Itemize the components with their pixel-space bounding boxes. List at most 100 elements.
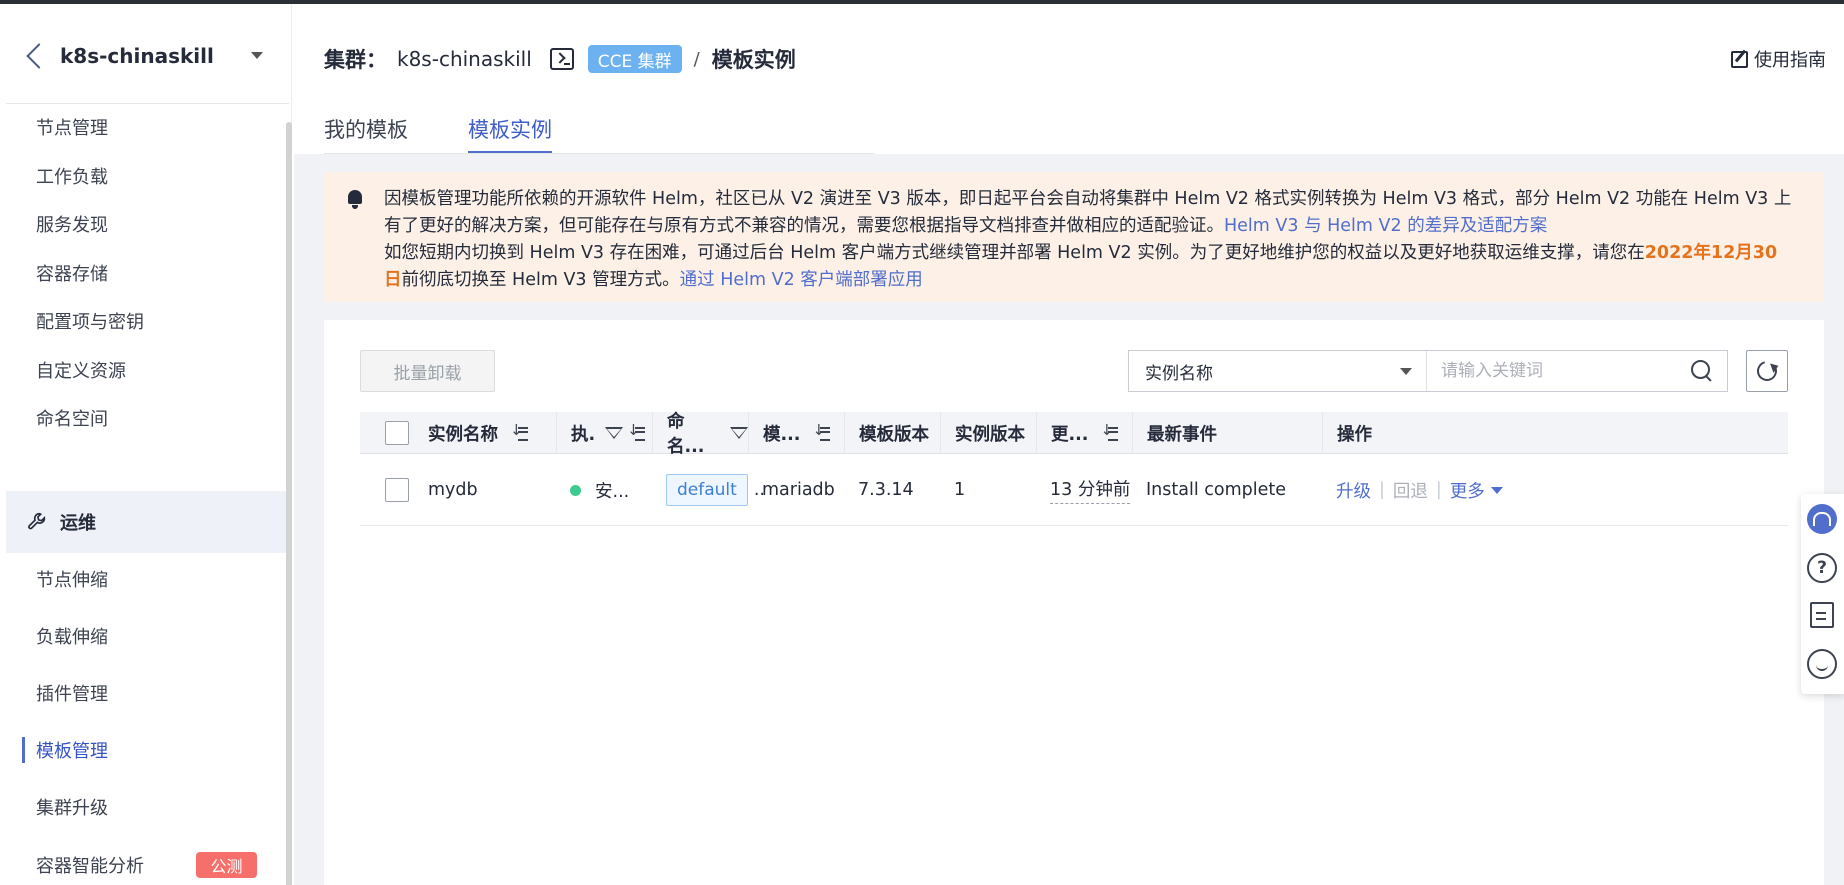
col-template-label: 模... [763, 424, 801, 445]
select-all-checkbox[interactable] [385, 421, 409, 445]
feedback-note-icon[interactable] [1810, 602, 1834, 628]
main-content: 集群： k8s-chinaskill CCE 集群 / 模板实例 使用指南 我的… [294, 4, 1844, 885]
cell-latest-event: Install complete [1146, 480, 1286, 500]
notice-text-1: 因模板管理功能所依赖的开源软件 Helm，社区已从 V2 演进至 V3 版本，即… [384, 189, 1792, 236]
wrench-icon [28, 512, 46, 530]
sidebar-group-label: 运维 [60, 513, 96, 534]
tabs-divider [324, 153, 874, 154]
tab-template-instances[interactable]: 模板实例 [468, 100, 552, 154]
page-title: 模板实例 [711, 48, 796, 72]
helm-notice: 因模板管理功能所依赖的开源软件 Helm，社区已从 V2 演进至 V3 版本，即… [324, 172, 1824, 302]
col-status-label: 执. [571, 424, 596, 445]
instances-panel: 批量卸载 实例名称 实例名称 执. [324, 320, 1824, 885]
sidebar: k8s-chinaskill 节点管理 工作负载 服务发现 容器存储 配置项与密… [0, 4, 292, 885]
col-updated[interactable]: 更... [1036, 412, 1132, 454]
edit-doc-icon [1731, 50, 1748, 68]
sidebar-item-namespaces[interactable]: 命名空间 [6, 389, 286, 446]
notice-paragraph-1: 因模板管理功能所依赖的开源软件 Helm，社区已从 V2 演进至 V3 版本，即… [384, 186, 1794, 240]
col-name[interactable]: 实例名称 [414, 412, 556, 454]
batch-uninstall-button[interactable]: 批量卸载 [360, 350, 495, 392]
header-select-all [360, 412, 414, 454]
notice-link-diff[interactable]: Helm V3 与 Helm V2 的差异及适配方案 [1224, 216, 1547, 236]
col-template-version: 模板版本 [844, 412, 940, 454]
sort-icon[interactable] [812, 421, 831, 441]
cluster-name-header: k8s-chinaskill [397, 47, 532, 71]
action-divider: | [1379, 480, 1385, 500]
search-input[interactable] [1427, 351, 1691, 391]
sort-icon[interactable] [627, 421, 646, 441]
page-header: 集群： k8s-chinaskill CCE 集群 / 模板实例 使用指南 我的… [294, 4, 1844, 154]
breadcrumb-separator: / [693, 48, 700, 70]
col-updated-label: 更... [1051, 424, 1089, 445]
search-bar: 实例名称 [1128, 350, 1728, 392]
refresh-button[interactable] [1746, 350, 1788, 392]
sidebar-item-node-scaling[interactable]: 节点伸缩 [6, 550, 286, 607]
cluster-label: 集群： [324, 48, 387, 72]
sidebar-item-cluster-upgrade[interactable]: 集群升级 [6, 778, 286, 835]
bell-icon [348, 190, 362, 209]
sidebar-header: k8s-chinaskill [6, 8, 289, 104]
cell-template: mariadb [762, 480, 835, 500]
cluster-name[interactable]: k8s-chinaskill [60, 44, 214, 68]
cell-status: 安... [556, 454, 629, 526]
sidebar-item-workload-scaling[interactable]: 负载伸缩 [6, 607, 286, 664]
chevron-left-icon[interactable] [26, 42, 52, 69]
col-namespace[interactable]: 命名... [652, 412, 748, 457]
floating-toolbar: ? [1801, 494, 1844, 694]
smile-icon[interactable] [1807, 649, 1837, 679]
terminal-icon[interactable] [549, 48, 574, 70]
guide-label: 使用指南 [1754, 50, 1826, 71]
updated-time: 13 分钟前 [1050, 476, 1131, 504]
sidebar-item-addons[interactable]: 插件管理 [6, 664, 286, 721]
breadcrumb: 集群： k8s-chinaskill CCE 集群 / 模板实例 [324, 42, 796, 76]
upgrade-button[interactable]: 升级 [1336, 478, 1371, 503]
cell-updated: 13 分钟前 [1036, 454, 1131, 526]
cell-status-text: 安... [595, 481, 630, 502]
caret-down-icon[interactable] [1490, 486, 1503, 494]
caret-down-icon [1400, 368, 1412, 375]
notice-link-v2-client[interactable]: 通过 Helm V2 客户端部署应用 [680, 270, 923, 290]
col-status[interactable]: 执. [556, 412, 652, 454]
action-divider: | [1435, 480, 1442, 500]
col-name-label: 实例名称 [428, 424, 498, 445]
beta-badge: 公测 [196, 852, 257, 878]
sidebar-group-ops[interactable]: 运维 [6, 491, 286, 553]
sort-icon[interactable] [1100, 421, 1119, 441]
caret-down-icon[interactable] [251, 52, 263, 59]
sidebar-item-templates[interactable]: 模板管理 [6, 721, 286, 778]
notice-text-3: 前彻底切换至 Helm V3 管理方式。 [401, 270, 680, 290]
tab-bar: 我的模板 模板实例 [324, 100, 612, 154]
cluster-type-tag: CCE 集群 [587, 45, 682, 73]
table-header: 实例名称 执. 命名... 模... 模板版本 实例版本 [360, 412, 1788, 457]
tab-my-templates[interactable]: 我的模板 [324, 100, 408, 154]
rollback-button[interactable]: 回退 [1393, 478, 1428, 503]
cell-actions: 升级 | 回退 | 更多 [1322, 454, 1503, 526]
refresh-icon [1753, 357, 1781, 385]
filter-icon[interactable] [730, 427, 748, 439]
status-dot [570, 484, 581, 496]
sidebar-scrollbar[interactable] [286, 122, 292, 885]
row-checkbox[interactable] [385, 478, 409, 502]
namespace-tag: default [666, 474, 748, 506]
cell-name[interactable]: mydb [414, 454, 478, 526]
col-actions: 操作 [1322, 412, 1788, 454]
customer-service-icon[interactable] [1807, 504, 1837, 534]
search-field-value: 实例名称 [1145, 363, 1213, 384]
notice-text-2: 如您短期内切换到 Helm V3 存在困难，可通过后台 Helm 客户端方式继续… [384, 243, 1645, 263]
guide-link[interactable]: 使用指南 [1731, 46, 1826, 72]
cell-instance-version: 1 [954, 480, 966, 500]
help-icon[interactable]: ? [1807, 553, 1837, 583]
col-latest-event: 最新事件 [1132, 412, 1322, 454]
col-template[interactable]: 模... [748, 412, 844, 454]
more-button[interactable]: 更多 [1450, 478, 1485, 503]
table-row: mydb 安... default .. mariadb 7.3.14 1 13… [360, 454, 1788, 526]
search-icon[interactable] [1691, 360, 1713, 382]
filter-icon[interactable] [605, 427, 624, 439]
col-instance-version: 实例版本 [940, 412, 1036, 454]
cell-template-version: 7.3.14 [858, 480, 914, 500]
col-namespace-label: 命名... [667, 412, 705, 457]
sort-icon[interactable] [510, 421, 528, 441]
row-select [360, 454, 414, 526]
search-field-select[interactable]: 实例名称 [1129, 351, 1427, 391]
instances-table: 实例名称 执. 命名... 模... 模板版本 实例版本 [360, 412, 1788, 526]
